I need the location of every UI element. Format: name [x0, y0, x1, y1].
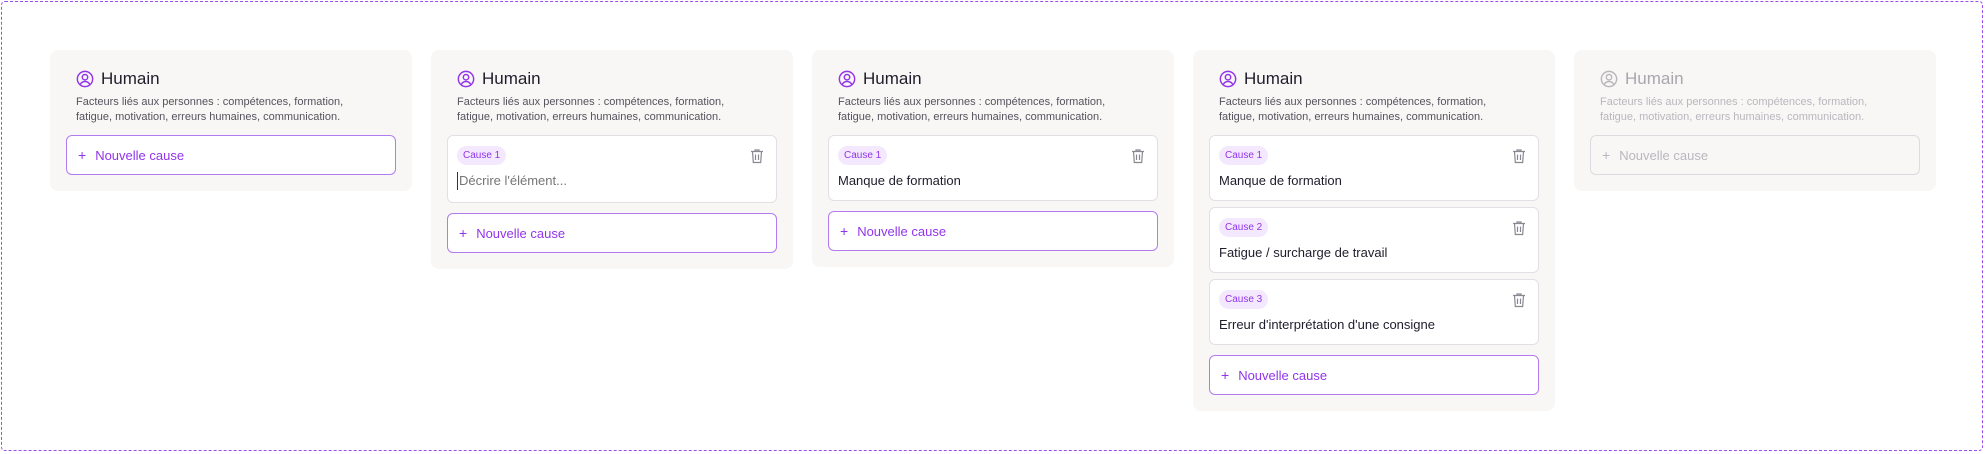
cause-badge: Cause 1: [838, 146, 888, 165]
cause-item[interactable]: Cause 1 Manque de formation: [1209, 135, 1539, 201]
plus-icon: +: [459, 225, 468, 241]
cause-item: Cause 1: [447, 135, 777, 203]
category-description: Facteurs liés aux personnes : compétence…: [457, 96, 725, 123]
category-title: Humain: [863, 69, 922, 88]
category-title: Humain: [482, 69, 541, 88]
category-title: Humain: [1244, 69, 1303, 88]
user-circle-icon: [1600, 70, 1618, 88]
cause-text: Manque de formation: [838, 173, 961, 188]
category-description: Facteurs liés aux personnes : compétence…: [1219, 96, 1487, 123]
card-header: Humain: [1219, 67, 1539, 91]
add-cause-label: Nouvelle cause: [476, 225, 566, 241]
plus-icon: +: [840, 223, 849, 239]
plus-icon: +: [1602, 147, 1611, 163]
cause-badge: Cause 1: [1219, 146, 1269, 165]
cause-item[interactable]: Cause 1 Manque de formation: [828, 135, 1158, 201]
category-title: Humain: [101, 69, 160, 88]
add-cause-button-disabled: + Nouvelle cause: [1590, 135, 1920, 175]
cause-text: Fatigue / surcharge de travail: [1219, 245, 1388, 260]
category-title: Humain: [1625, 69, 1684, 88]
user-circle-icon: [1219, 70, 1237, 88]
add-cause-button[interactable]: + Nouvelle cause: [828, 211, 1158, 251]
add-cause-label: Nouvelle cause: [95, 147, 185, 163]
trash-icon[interactable]: [1512, 292, 1526, 308]
add-cause-button[interactable]: + Nouvelle cause: [66, 135, 396, 175]
cause-text: Manque de formation: [1219, 173, 1342, 188]
card-header: Humain: [1600, 67, 1920, 91]
plus-icon: +: [78, 147, 87, 163]
add-cause-label: Nouvelle cause: [1619, 147, 1709, 163]
trash-icon[interactable]: [750, 148, 764, 164]
category-card-editing: Humain Facteurs liés aux personnes : com…: [431, 50, 793, 269]
plus-icon: +: [1221, 367, 1230, 383]
add-cause-button[interactable]: + Nouvelle cause: [447, 213, 777, 253]
add-cause-label: Nouvelle cause: [857, 223, 947, 239]
cause-badge: Cause 1: [457, 146, 507, 165]
cause-badge: Cause 2: [1219, 218, 1269, 237]
card-header: Humain: [457, 67, 777, 91]
add-cause-label: Nouvelle cause: [1238, 367, 1328, 383]
category-card-disabled: Humain Facteurs liés aux personnes : com…: [1574, 50, 1936, 191]
add-cause-button[interactable]: + Nouvelle cause: [1209, 355, 1539, 395]
category-description: Facteurs liés aux personnes : compétence…: [76, 96, 344, 123]
cause-description-input[interactable]: [457, 172, 739, 190]
cause-item[interactable]: Cause 2 Fatigue / surcharge de travail: [1209, 207, 1539, 273]
trash-icon[interactable]: [1512, 148, 1526, 164]
card-header: Humain: [76, 67, 396, 91]
trash-icon[interactable]: [1512, 220, 1526, 236]
trash-icon[interactable]: [1131, 148, 1145, 164]
user-circle-icon: [838, 70, 856, 88]
category-card-empty: Humain Facteurs liés aux personnes : com…: [50, 50, 412, 191]
user-circle-icon: [457, 70, 475, 88]
cause-badge: Cause 3: [1219, 290, 1269, 309]
category-description: Facteurs liés aux personnes : compétence…: [838, 96, 1106, 123]
card-header: Humain: [838, 67, 1158, 91]
category-description: Facteurs liés aux personnes : compétence…: [1600, 96, 1868, 123]
cause-text: Erreur d'interprétation d'une consigne: [1219, 317, 1435, 332]
user-circle-icon: [76, 70, 94, 88]
cause-item[interactable]: Cause 3 Erreur d'interprétation d'une co…: [1209, 279, 1539, 345]
category-card-one-cause: Humain Facteurs liés aux personnes : com…: [812, 50, 1174, 267]
category-card-three-causes: Humain Facteurs liés aux personnes : com…: [1193, 50, 1555, 411]
